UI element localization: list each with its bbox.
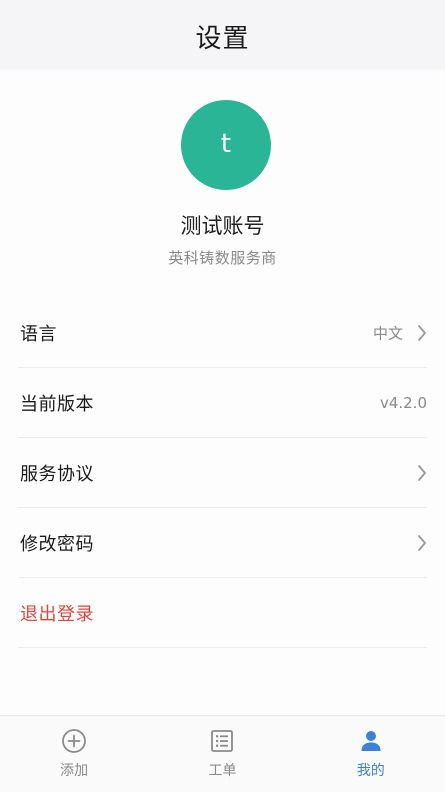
language-row[interactable]: 语言 中文 bbox=[18, 298, 427, 368]
version-label: 当前版本 bbox=[20, 393, 94, 415]
version-row: 当前版本 v4.2.0 bbox=[18, 368, 427, 438]
change-password-row[interactable]: 修改密码 bbox=[18, 508, 427, 578]
list-icon bbox=[211, 730, 234, 752]
tab-mine[interactable]: 我的 bbox=[297, 716, 445, 792]
account-name: 测试账号 bbox=[180, 214, 265, 238]
logout-row[interactable]: 退出登录 bbox=[18, 578, 427, 648]
avatar: t bbox=[181, 100, 271, 190]
profile-section: t 测试账号 英科铸数服务商 bbox=[0, 70, 445, 295]
chevron-right-icon bbox=[418, 324, 426, 341]
nav-header: 设置 bbox=[0, 0, 445, 70]
language-label: 语言 bbox=[20, 323, 57, 345]
settings-menu: 语言 中文 当前版本 v4.2.0 服务协议 修改密码 退出登录 bbox=[0, 298, 445, 648]
logout-button[interactable]: 退出登录 bbox=[20, 600, 94, 626]
version-value: v4.2.0 bbox=[379, 393, 427, 412]
service-agreement-label: 服务协议 bbox=[20, 463, 94, 485]
settings-screen: 设置 t 测试账号 英科铸数服务商 语言 中文 当前版本 v4.2.0 服务协议… bbox=[0, 0, 445, 792]
language-value: 中文 bbox=[372, 324, 403, 342]
plus-circle-icon bbox=[62, 729, 87, 753]
chevron-right-icon bbox=[418, 534, 426, 551]
tab-mine-label: 我的 bbox=[356, 763, 385, 779]
person-icon bbox=[361, 731, 381, 751]
chevron-right-icon bbox=[418, 464, 426, 481]
page-title: 设置 bbox=[195, 23, 250, 54]
bottom-tab-bar: 添加 工单 我的 bbox=[0, 715, 445, 792]
tab-work-orders-label: 工单 bbox=[208, 763, 237, 779]
avatar-initial: t bbox=[220, 129, 232, 159]
account-company: 英科铸数服务商 bbox=[168, 249, 277, 267]
tab-work-orders[interactable]: 工单 bbox=[148, 716, 296, 792]
tab-add-label: 添加 bbox=[60, 763, 89, 779]
change-password-label: 修改密码 bbox=[20, 533, 94, 555]
service-agreement-row[interactable]: 服务协议 bbox=[18, 438, 427, 508]
tab-add[interactable]: 添加 bbox=[0, 716, 148, 792]
